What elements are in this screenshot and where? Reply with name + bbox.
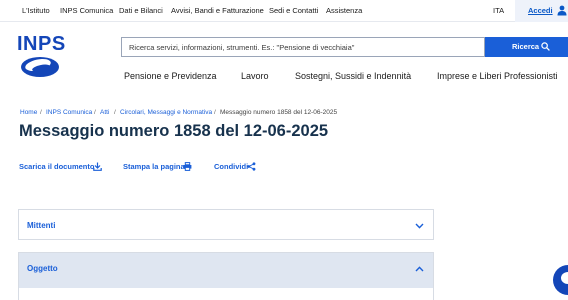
download-icon [93,162,102,171]
breadcrumb-current: Messaggio numero 1858 del 12-06-2025 [220,109,338,116]
breadcrumb-circolari[interactable]: Circolari, Messaggi e Normativa [120,109,212,116]
breadcrumb-separator: / [114,109,116,116]
page-title: Messaggio numero 1858 del 12-06-2025 [19,122,329,140]
nav-lavoro[interactable]: Lavoro [241,71,269,81]
inps-logo[interactable]: INPS [17,33,65,81]
accordion-oggetto-label: Oggetto [27,264,58,273]
chevron-down-icon [415,223,424,229]
topbar-link-istituto[interactable]: L'Istituto [22,6,50,15]
topbar-link-dati-bilanci[interactable]: Dati e Bilanci [119,6,163,15]
share-icon [247,162,256,171]
breadcrumb-atti[interactable]: Atti [100,109,109,116]
language-selector[interactable]: ITA [493,6,504,15]
logo-emblem-icon [21,57,59,77]
top-utility-bar: L'Istituto INPS Comunica Dati e Bilanci … [0,0,568,22]
chevron-up-icon [415,266,424,272]
topbar-link-assistenza[interactable]: Assistenza [326,6,362,15]
search-button[interactable]: Ricerca [485,37,568,57]
print-page-button[interactable]: Stampa la pagina [123,162,185,171]
user-icon [557,5,567,16]
print-icon [183,162,192,171]
accordion-oggetto[interactable]: Oggetto [18,252,434,300]
accordion-oggetto-content [19,288,433,300]
breadcrumb-inps-comunica[interactable]: INPS Comunica [46,109,92,116]
breadcrumb-separator: / [94,109,96,116]
share-button[interactable]: Condividi [214,162,248,171]
login-button[interactable]: Accedi [515,0,568,22]
search-placeholder: Ricerca servizi, informazioni, strumenti… [129,43,355,52]
breadcrumb-home[interactable]: Home [20,109,37,116]
search-button-label: Ricerca [512,42,540,51]
nav-sostegni-sussidi[interactable]: Sostegni, Sussidi e Indennità [295,71,411,81]
nav-imprese-professionisti[interactable]: Imprese e Liberi Professionisti [437,71,558,81]
search-input[interactable]: Ricerca servizi, informazioni, strumenti… [121,37,485,57]
search-icon [541,42,550,51]
breadcrumb-separator: / [214,109,216,116]
topbar-link-sedi-contatti[interactable]: Sedi e Contatti [269,6,318,15]
accordion-mittenti[interactable]: Mittenti [18,209,434,240]
topbar-link-avvisi-bandi[interactable]: Avvisi, Bandi e Fatturazione [171,6,264,15]
accordion-mittenti-label: Mittenti [27,221,56,230]
topbar-link-inps-comunica[interactable]: INPS Comunica [60,6,113,15]
nav-pensione-previdenza[interactable]: Pensione e Previdenza [124,71,217,81]
chat-assistant-button[interactable] [553,265,568,295]
breadcrumb-separator: / [40,109,42,116]
chat-bubble-icon [561,272,568,284]
login-label: Accedi [528,6,553,15]
download-document-button[interactable]: Scarica il documento [19,162,94,171]
